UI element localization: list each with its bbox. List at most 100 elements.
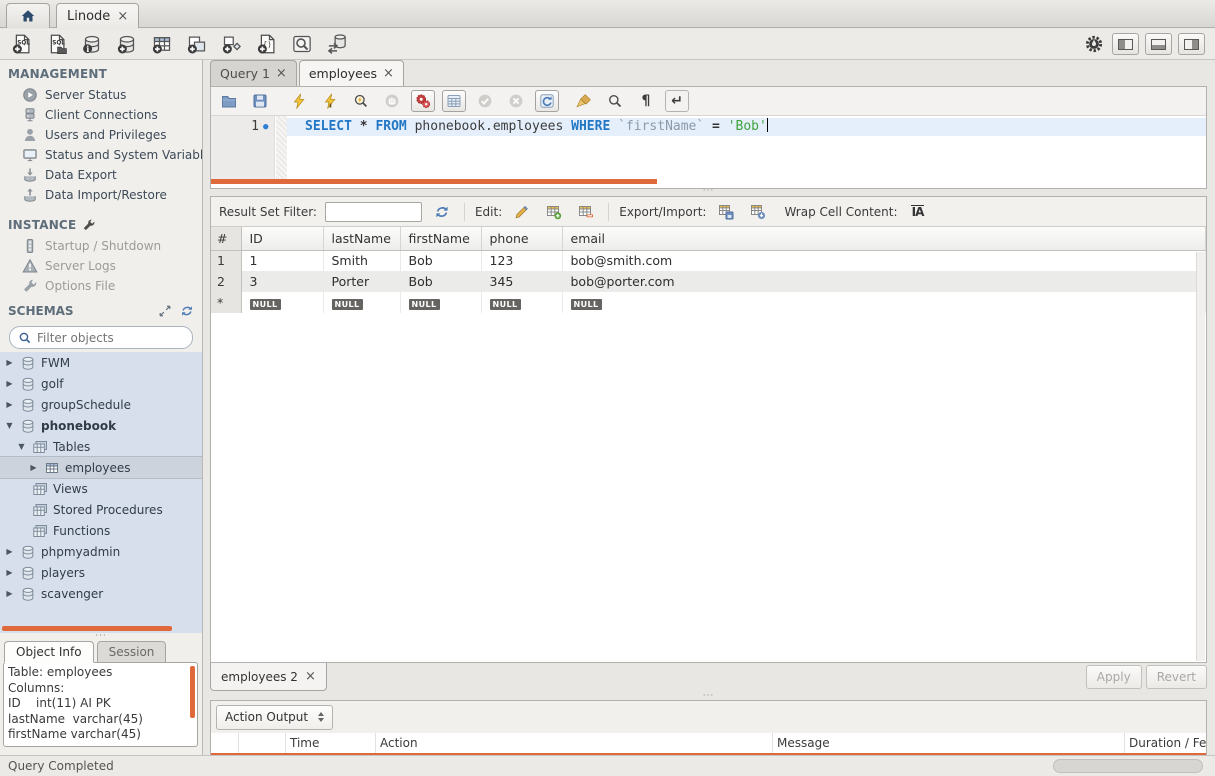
sidebar-item-server-status[interactable]: Server Status — [0, 85, 202, 105]
execute-current-statement-button[interactable] — [318, 90, 342, 112]
save-script-button[interactable] — [248, 90, 272, 112]
cell-phone[interactable]: 123 — [481, 250, 562, 271]
edit-cell-button[interactable] — [510, 201, 534, 223]
tab-session[interactable]: Session — [97, 641, 167, 663]
sidebar-item-client-connections[interactable]: Client Connections — [0, 105, 202, 125]
expand-arrow-icon[interactable]: ▶ — [4, 400, 15, 409]
output-column-time[interactable]: Time — [286, 733, 376, 753]
output-column-action[interactable]: Action — [376, 733, 773, 753]
toggle-autocommit-button[interactable] — [535, 90, 559, 112]
tab-query-1[interactable]: Query 1 × — [210, 60, 297, 86]
result-filter-input[interactable] — [325, 202, 422, 222]
toggle-right-panel-button[interactable] — [1178, 33, 1205, 55]
tab-object-info[interactable]: Object Info — [4, 641, 94, 663]
find-button[interactable] — [603, 90, 627, 112]
open-script-button[interactable] — [217, 90, 241, 112]
sidebar-item-server-logs[interactable]: Server Logs — [0, 256, 202, 276]
sidebar-item-startup-shutdown[interactable]: Startup / Shutdown — [0, 236, 202, 256]
create-view-button[interactable] — [185, 32, 209, 56]
stop-query-button[interactable] — [380, 90, 404, 112]
expand-schemas-icon[interactable] — [158, 304, 172, 318]
cell-id[interactable]: 1 — [241, 250, 323, 271]
toggle-left-panel-button[interactable] — [1112, 33, 1139, 55]
limit-rows-button[interactable] — [442, 90, 466, 112]
tree-item-employees[interactable]: ▶ employees — [0, 457, 202, 478]
sidebar-item-data-export[interactable]: Data Export — [0, 165, 202, 185]
tree-item-views[interactable]: Views — [0, 478, 202, 499]
refresh-schemas-icon[interactable] — [180, 304, 194, 318]
close-icon[interactable]: × — [305, 669, 316, 684]
tree-item-tables[interactable]: ▼ Tables — [0, 436, 202, 457]
expand-arrow-icon[interactable]: ▶ — [4, 547, 15, 556]
schema-item-phpmyadmin[interactable]: ▶ phpmyadmin — [0, 541, 202, 562]
explain-query-button[interactable] — [349, 90, 373, 112]
create-procedure-button[interactable] — [220, 32, 244, 56]
cell-phone[interactable]: 345 — [481, 271, 562, 292]
cell-lastname[interactable]: Porter — [323, 271, 400, 292]
home-tab[interactable] — [6, 3, 50, 28]
horizontal-scrollbar-thumb[interactable] — [1053, 759, 1203, 773]
toggle-stop-on-error-button[interactable] — [411, 90, 435, 112]
close-icon[interactable]: × — [383, 66, 394, 81]
schema-item-fwm[interactable]: ▶ FWM — [0, 352, 202, 373]
create-schema-button[interactable] — [115, 32, 139, 56]
sql-statement[interactable]: SELECT * FROM phonebook.employees WHERE … — [305, 118, 768, 136]
result-grid-scrollbar[interactable] — [1196, 252, 1205, 661]
export-results-button[interactable] — [714, 201, 738, 223]
expand-arrow-icon[interactable]: ▶ — [4, 589, 15, 598]
editor-result-splitter[interactable] — [210, 189, 1207, 196]
sidebar-item-options-file[interactable]: Options File — [0, 276, 202, 296]
collapse-arrow-icon[interactable]: ▼ — [16, 442, 27, 451]
column-header-rownum[interactable]: # — [211, 227, 241, 250]
schema-item-golf[interactable]: ▶ golf — [0, 373, 202, 394]
reconnect-database-button[interactable] — [325, 32, 349, 56]
new-query-tab-button[interactable] — [10, 32, 34, 56]
sidebar-item-system-variables[interactable]: Status and System Variables — [0, 145, 202, 165]
preferences-button[interactable] — [1082, 32, 1106, 56]
expand-arrow-icon[interactable]: ▶ — [4, 358, 15, 367]
schema-item-players[interactable]: ▶ players — [0, 562, 202, 583]
schema-item-groupschedule[interactable]: ▶ groupSchedule — [0, 394, 202, 415]
result-row[interactable]: 2 3 Porter Bob 345 bob@porter.com — [211, 271, 1206, 292]
expand-arrow-icon[interactable]: ▶ — [4, 379, 15, 388]
beautify-sql-button[interactable] — [572, 90, 596, 112]
collapse-arrow-icon[interactable]: ▼ — [4, 421, 15, 430]
editor-horizontal-scrollbar[interactable] — [211, 179, 657, 184]
open-sql-file-button[interactable] — [45, 32, 69, 56]
column-header-id[interactable]: ID — [241, 227, 323, 250]
toggle-bottom-panel-button[interactable] — [1145, 33, 1172, 55]
insert-row-button[interactable] — [542, 201, 566, 223]
refresh-results-icon[interactable] — [430, 201, 454, 223]
cell-firstname[interactable]: Bob — [400, 250, 481, 271]
object-info-scrollbar[interactable] — [190, 666, 195, 718]
schema-item-phonebook[interactable]: ▼ phonebook — [0, 415, 202, 436]
apply-button[interactable]: Apply — [1086, 665, 1142, 689]
schema-item-scavenger[interactable]: ▶ scavenger — [0, 583, 202, 604]
cell-email[interactable]: bob@smith.com — [562, 250, 1206, 271]
expand-arrow-icon[interactable]: ▶ — [4, 568, 15, 577]
output-column-duration[interactable]: Duration / Fetch — [1125, 733, 1206, 753]
column-header-email[interactable]: email — [562, 227, 1206, 250]
cell-lastname[interactable]: Smith — [323, 250, 400, 271]
search-database-button[interactable] — [290, 32, 314, 56]
tab-employees-2[interactable]: employees 2 × — [210, 663, 327, 691]
output-type-select[interactable]: Action Output — [216, 705, 333, 730]
sidebar-splitter[interactable] — [0, 633, 202, 641]
close-icon[interactable]: × — [117, 9, 128, 24]
inspect-database-button[interactable] — [80, 32, 104, 56]
expand-arrow-icon[interactable]: ▶ — [28, 463, 39, 472]
tree-item-stored-procedures[interactable]: Stored Procedures — [0, 499, 202, 520]
column-header-phone[interactable]: phone — [481, 227, 562, 250]
sql-editor[interactable]: 1 ● SELECT * FROM phonebook.employees WH… — [211, 116, 1206, 184]
close-icon[interactable]: × — [276, 66, 287, 81]
revert-button[interactable]: Revert — [1146, 665, 1207, 689]
sidebar-item-users-privileges[interactable]: Users and Privileges — [0, 125, 202, 145]
toggle-word-wrap-button[interactable]: ↵ — [665, 90, 689, 112]
column-header-lastname[interactable]: lastName — [323, 227, 400, 250]
execute-query-button[interactable] — [287, 90, 311, 112]
create-table-button[interactable] — [150, 32, 174, 56]
commit-button[interactable] — [473, 90, 497, 112]
create-function-button[interactable] — [255, 32, 279, 56]
rollback-button[interactable] — [504, 90, 528, 112]
cell-id[interactable]: 3 — [241, 271, 323, 292]
